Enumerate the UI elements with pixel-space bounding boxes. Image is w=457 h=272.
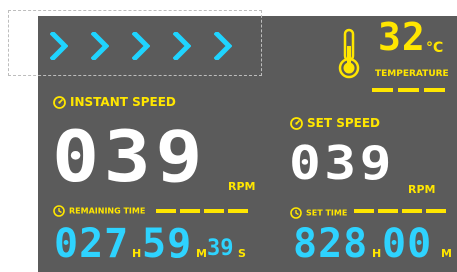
remaining-time-bars xyxy=(156,209,248,213)
remaining-time-label: REMAINING TIME xyxy=(53,205,145,217)
clock-icon xyxy=(53,205,65,217)
set-time-bars xyxy=(354,209,448,213)
set-speed-label: SET SPEED xyxy=(290,117,380,130)
clock-icon xyxy=(290,207,302,219)
gauge-icon xyxy=(290,117,303,130)
temperature-label: TEMPERATURE xyxy=(375,69,449,79)
set-time-label: SET TIME xyxy=(290,207,347,219)
set-hours-unit: H xyxy=(372,247,382,260)
temperature-unit: °C xyxy=(426,40,444,56)
remaining-seconds: 39 xyxy=(207,236,234,261)
remaining-minutes-unit: M xyxy=(196,247,207,260)
set-minutes-unit: M xyxy=(441,247,452,260)
set-hours: 828 xyxy=(293,221,369,267)
remaining-seconds-unit: S xyxy=(238,247,246,260)
instant-speed-unit: RPM xyxy=(228,180,256,193)
remaining-hours-unit: H xyxy=(132,247,142,260)
chevron-right-icon xyxy=(214,32,232,60)
set-time-text: SET TIME xyxy=(306,208,348,218)
remaining-minutes: 59 xyxy=(142,221,193,267)
set-speed-unit: RPM xyxy=(408,183,436,196)
set-speed-value: 039 xyxy=(289,136,395,190)
remaining-hours: 027 xyxy=(54,221,130,267)
gauge-icon xyxy=(53,96,66,109)
chevron-right-icon xyxy=(50,32,68,60)
remaining-time-text: REMAINING TIME xyxy=(69,206,146,216)
set-minutes: 00 xyxy=(382,221,433,267)
temperature-value: 32 xyxy=(378,15,426,59)
instant-speed-text: INSTANT SPEED xyxy=(70,95,176,109)
set-speed-text: SET SPEED xyxy=(307,116,380,130)
chevron-right-icon xyxy=(91,32,109,60)
direction-indicator xyxy=(50,32,240,60)
thermometer-icon xyxy=(338,28,360,79)
instant-speed-value: 039 xyxy=(52,116,208,198)
instant-speed-label: INSTANT SPEED xyxy=(53,96,176,109)
chevron-right-icon xyxy=(173,32,191,60)
temperature-bars xyxy=(372,88,446,92)
chevron-right-icon xyxy=(132,32,150,60)
